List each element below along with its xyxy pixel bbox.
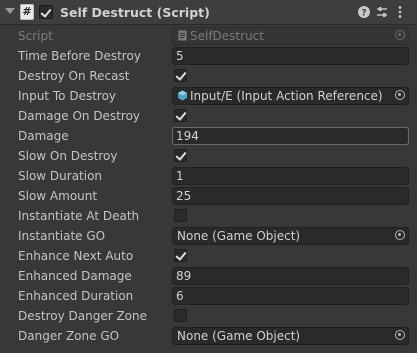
slow-on-destroy-checkbox[interactable] xyxy=(174,149,187,162)
more-icon[interactable] xyxy=(393,5,407,19)
field-label: Time Before Destroy xyxy=(18,49,141,63)
field-value: SelfDestruct xyxy=(190,29,264,43)
field-value: Input/E (Input Action Reference) xyxy=(190,89,383,103)
field-row-instantiate-go: Instantiate GO None (Game Object) xyxy=(0,226,417,246)
field-row-input-to-destroy: Input To Destroy Input/E (Input Action R… xyxy=(0,86,417,106)
field-row-instantiate-at-death: Instantiate At Death xyxy=(0,206,417,226)
component-enabled-checkbox[interactable] xyxy=(39,5,53,19)
field-row-enhanced-duration: Enhanced Duration 6 xyxy=(0,286,417,306)
field-label: Slow On Destroy xyxy=(18,149,118,163)
checkmark-icon xyxy=(175,149,187,161)
field-row-damage-on-destroy: Damage On Destroy xyxy=(0,106,417,126)
field-value: None (Game Object) xyxy=(177,329,301,343)
inspector-panel: # Self Destruct (Script) ? Script SelfDe… xyxy=(0,0,417,353)
field-label: Damage On Destroy xyxy=(18,109,141,123)
field-row-slow-amount: Slow Amount 25 xyxy=(0,186,417,206)
svg-text:?: ? xyxy=(361,9,366,19)
field-value: None (Game Object) xyxy=(177,229,301,243)
field-label: Damage xyxy=(18,129,69,143)
field-label: Danger Zone GO xyxy=(18,329,120,343)
field-label: Enhanced Damage xyxy=(18,269,132,283)
field-row-script: Script SelfDestruct xyxy=(0,26,417,46)
enhanced-duration-input[interactable]: 6 xyxy=(172,287,409,305)
damage-on-destroy-checkbox[interactable] xyxy=(174,109,187,122)
checkmark-icon xyxy=(175,109,187,121)
destroy-on-recast-checkbox[interactable] xyxy=(174,69,187,82)
time-before-destroy-input[interactable]: 5 xyxy=(172,47,409,65)
csharp-script-icon: # xyxy=(20,4,34,20)
field-row-destroy-on-recast: Destroy On Recast xyxy=(0,66,417,86)
object-picker-icon[interactable] xyxy=(395,90,405,100)
danger-zone-go-object-field[interactable]: None (Game Object) xyxy=(172,327,409,345)
field-row-destroy-danger-zone: Destroy Danger Zone xyxy=(0,306,417,326)
field-row-damage: Damage 194 xyxy=(0,126,417,146)
field-label: Instantiate GO xyxy=(18,229,106,243)
field-label: Destroy Danger Zone xyxy=(18,309,148,323)
slow-amount-input[interactable]: 25 xyxy=(172,187,409,205)
object-picker-icon[interactable] xyxy=(395,330,405,340)
instantiate-go-object-field[interactable]: None (Game Object) xyxy=(172,227,409,245)
script-file-icon xyxy=(178,30,187,41)
field-row-enhance-next-auto: Enhance Next Auto xyxy=(0,246,417,266)
field-label: Slow Duration xyxy=(18,169,103,183)
object-picker-icon[interactable] xyxy=(395,230,405,240)
presets-icon[interactable] xyxy=(375,5,389,19)
damage-input[interactable]: 194 xyxy=(172,127,409,145)
foldout-arrow-icon[interactable] xyxy=(5,8,15,14)
field-label: Input To Destroy xyxy=(18,89,117,103)
enhanced-damage-input[interactable]: 89 xyxy=(172,267,409,285)
destroy-danger-zone-checkbox[interactable] xyxy=(174,309,187,322)
field-row-slow-on-destroy: Slow On Destroy xyxy=(0,146,417,166)
field-label: Slow Amount xyxy=(18,189,98,203)
slow-duration-input[interactable]: 1 xyxy=(172,167,409,185)
field-label: Script xyxy=(18,29,53,43)
enhance-next-auto-checkbox[interactable] xyxy=(174,249,187,262)
component-title: Self Destruct (Script) xyxy=(60,5,210,20)
field-label: Enhanced Duration xyxy=(18,289,134,303)
field-row-enhanced-damage: Enhanced Damage 89 xyxy=(0,266,417,286)
field-row-slow-duration: Slow Duration 1 xyxy=(0,166,417,186)
component-header[interactable]: # Self Destruct (Script) ? xyxy=(0,0,417,25)
input-action-icon xyxy=(178,90,187,101)
object-picker-icon xyxy=(395,30,405,40)
script-object-field: SelfDestruct xyxy=(172,27,409,45)
instantiate-at-death-checkbox[interactable] xyxy=(174,209,187,222)
input-to-destroy-object-field[interactable]: Input/E (Input Action Reference) xyxy=(172,87,409,105)
field-label: Enhance Next Auto xyxy=(18,249,134,263)
field-label: Destroy On Recast xyxy=(18,69,130,83)
field-row-danger-zone-go: Danger Zone GO None (Game Object) xyxy=(0,326,417,346)
field-label: Instantiate At Death xyxy=(18,209,140,223)
checkmark-icon xyxy=(175,69,187,81)
help-icon[interactable]: ? xyxy=(357,5,371,19)
checkmark-icon xyxy=(40,6,52,18)
checkmark-icon xyxy=(175,249,187,261)
field-row-time-before-destroy: Time Before Destroy 5 xyxy=(0,46,417,66)
